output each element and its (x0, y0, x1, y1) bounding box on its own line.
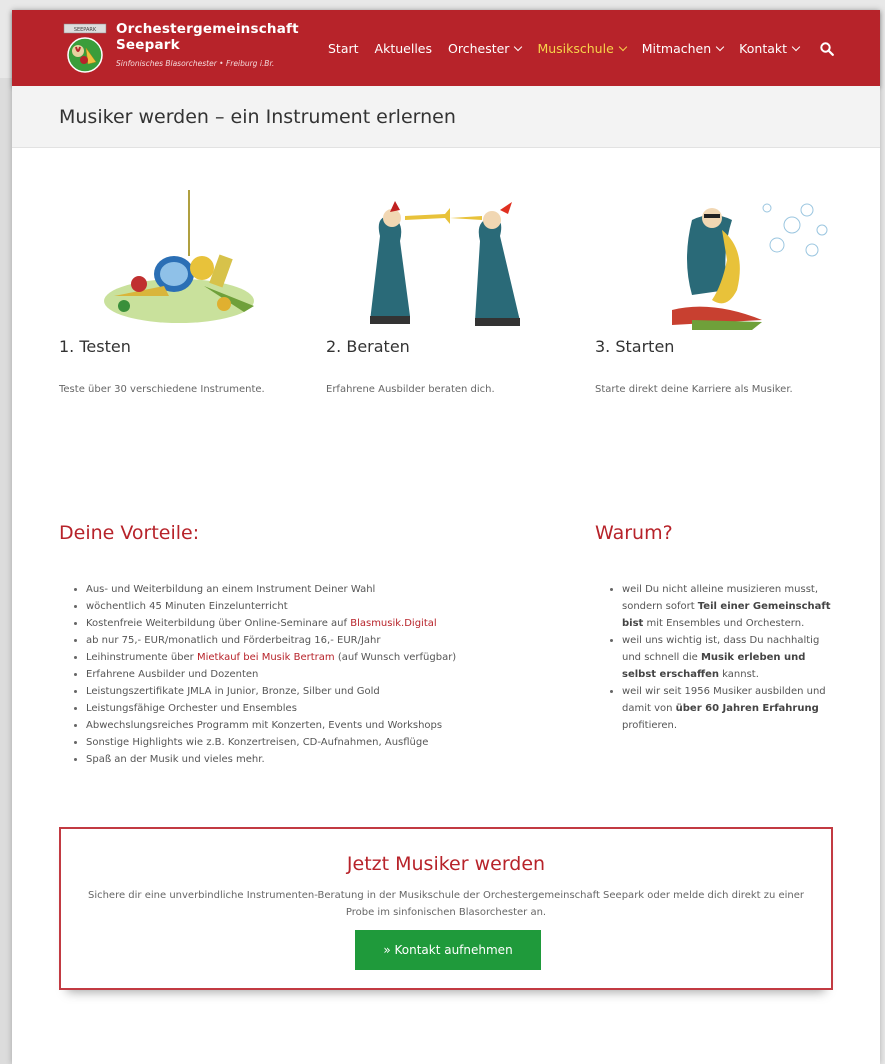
contact-button[interactable]: » Kontakt aufnehmen (355, 930, 541, 970)
nav-label: Mitmachen (641, 41, 712, 56)
list-item: Leistungsfähige Orchester und Ensembles (72, 700, 456, 717)
list-item-text: wöchentlich 45 Minuten Einzelunterricht (86, 601, 288, 612)
main-nav: Start Aktuelles Orchester Musikschule Mi… (328, 41, 815, 56)
list-item-text: profitieren. (622, 720, 678, 731)
brand-name-line1: Orchestergemeinschaft (116, 21, 299, 37)
logo-banner-text: SEEPARK (74, 27, 97, 33)
nav-label: Kontakt (739, 41, 788, 56)
list-item: Leistungszertifikate JMLA in Junior, Bro… (72, 683, 456, 700)
list-item-text: mit Ensembles und Orchestern. (643, 618, 805, 629)
mietkauf-link[interactable]: Mietkauf bei Musik Bertram (197, 652, 335, 663)
list-item-text: Spaß an der Musik und vieles mehr. (86, 754, 265, 765)
trumpet-players-illustration (370, 201, 520, 326)
brand-subtitle: Sinfonisches Blasorchester • Freiburg i.… (116, 59, 275, 68)
list-item-text: Erfahrene Ausbilder und Dozenten (86, 669, 259, 680)
list-item: weil Du nicht alleine musizieren musst, … (608, 581, 836, 632)
list-item: Erfahrene Ausbilder und Dozenten (72, 666, 456, 683)
page-title: Musiker werden – ein Instrument erlernen (59, 106, 456, 128)
step-title: 1. Testen (59, 337, 131, 356)
nav-label: Start (328, 41, 359, 56)
list-item-bold: über 60 Jahren Erfahrung (675, 703, 819, 714)
chevron-down-icon (791, 42, 801, 51)
list-item: Leihinstrumente über Mietkauf bei Musik … (72, 649, 456, 666)
list-item-text: kannst. (719, 669, 759, 680)
list-item: ab nur 75,- EUR/monatlich und Förderbeit… (72, 632, 456, 649)
list-item-text: Aus- und Weiterbildung an einem Instrume… (86, 584, 376, 595)
nav-item-kontakt[interactable]: Kontakt (739, 41, 801, 56)
cta-box: Jetzt Musiker werden Sichere dir eine un… (59, 827, 833, 990)
step-desc: Teste über 30 verschiedene Instrumente. (59, 384, 265, 395)
list-item-text: Sonstige Highlights wie z.B. Konzertreis… (86, 737, 429, 748)
site-header: SEEPARK Orchestergemeinschaft Seepark Si… (12, 10, 880, 86)
instruments-illustration (104, 190, 254, 323)
page-shadow (0, 78, 12, 1064)
list-item: Abwechslungsreiches Programm mit Konzert… (72, 717, 456, 734)
warum-list: weil Du nicht alleine musizieren musst, … (608, 581, 836, 734)
chevron-down-icon (618, 42, 628, 51)
chevron-down-icon (514, 42, 523, 51)
list-item: wöchentlich 45 Minuten Einzelunterricht (72, 598, 456, 615)
list-item-text: (auf Wunsch verfügbar) (334, 652, 457, 663)
vorteile-list: Aus- und Weiterbildung an einem Instrume… (72, 581, 456, 768)
blasmusik-digital-link[interactable]: Blasmusik.Digital (350, 618, 436, 629)
brand-name[interactable]: Orchestergemeinschaft Seepark (116, 21, 299, 53)
list-item-text: Abwechslungsreiches Programm mit Konzert… (86, 720, 443, 731)
search-icon[interactable] (820, 42, 834, 56)
chevron-down-icon (715, 42, 725, 51)
list-item: Sonstige Highlights wie z.B. Konzertreis… (72, 734, 456, 751)
list-item: weil uns wichtig ist, dass Du nachhaltig… (608, 632, 836, 683)
step-title: 3. Starten (595, 337, 675, 356)
brand-name-line2: Seepark (116, 37, 180, 53)
step-title: 2. Beraten (326, 337, 410, 356)
cta-title: Jetzt Musiker werden (346, 853, 546, 875)
nav-label: Orchester (448, 41, 510, 56)
nav-item-aktuelles[interactable]: Aktuelles (375, 41, 432, 56)
list-item-text: Kostenfreie Weiterbildung über Online-Se… (86, 618, 351, 629)
nav-item-mitmachen[interactable]: Mitmachen (641, 41, 725, 56)
saxophone-player-illustration (672, 203, 828, 330)
list-item: weil wir seit 1956 Musiker ausbilden und… (608, 683, 836, 734)
nav-label: Aktuelles (374, 41, 432, 56)
logo[interactable]: SEEPARK (62, 22, 108, 74)
nav-item-start[interactable]: Start (328, 41, 359, 56)
page: SEEPARK Orchestergemeinschaft Seepark Si… (12, 10, 880, 1064)
list-item: Kostenfreie Weiterbildung über Online-Se… (72, 615, 456, 632)
step-desc: Erfahrene Ausbilder beraten dich. (326, 384, 495, 395)
list-item-text: Leistungszertifikate JMLA in Junior, Bro… (86, 686, 380, 697)
cta-text: Sichere dir eine unverbindliche Instrume… (87, 890, 805, 918)
warum-heading: Warum? (595, 522, 673, 544)
nav-label: Musikschule (537, 41, 614, 56)
vorteile-heading: Deine Vorteile: (59, 522, 200, 544)
nav-item-musikschule[interactable]: Musikschule (537, 41, 628, 56)
list-item: Spaß an der Musik und vieles mehr. (72, 751, 456, 768)
step-desc: Starte direkt deine Karriere als Musiker… (595, 384, 793, 395)
list-item-text: ab nur 75,- EUR/monatlich und Förderbeit… (86, 635, 381, 646)
list-item: Aus- und Weiterbildung an einem Instrume… (72, 581, 456, 598)
list-item-text: Leihinstrumente über (86, 652, 197, 663)
nav-item-orchester[interactable]: Orchester (448, 41, 523, 56)
list-item-text: Leistungsfähige Orchester und Ensembles (86, 703, 297, 714)
